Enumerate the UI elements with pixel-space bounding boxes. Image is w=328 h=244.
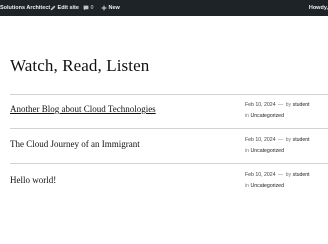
- post-meta: Feb 10, 2024 — by student: [245, 137, 310, 143]
- post-meta: Feb 10, 2024 — by student: [245, 172, 310, 178]
- divider: [10, 94, 328, 95]
- plus-icon: [101, 5, 109, 11]
- post-category[interactable]: Uncategorized: [251, 113, 284, 119]
- in-label: in: [245, 183, 250, 189]
- new-content-link[interactable]: New: [101, 0, 120, 16]
- new-label: New: [108, 5, 120, 11]
- post-category-line: in Uncategorized: [245, 113, 284, 119]
- post-author[interactable]: student: [293, 137, 310, 143]
- post-category[interactable]: Uncategorized: [251, 148, 284, 154]
- comments-count: 0: [90, 5, 94, 11]
- post-title-link[interactable]: Another Blog about Cloud Technologies: [10, 104, 156, 114]
- admin-bar: Solutions Architect Edit site 0 New Howd…: [0, 0, 328, 16]
- edit-site-label: Edit site: [57, 5, 79, 11]
- edit-site-link[interactable]: Edit site: [50, 0, 79, 16]
- by-label: by: [285, 102, 292, 108]
- post-category[interactable]: Uncategorized: [251, 183, 284, 189]
- by-label: by: [285, 137, 292, 143]
- post-author[interactable]: student: [293, 102, 310, 108]
- divider: [10, 128, 328, 129]
- post-category-line: in Uncategorized: [245, 148, 284, 154]
- meta-separator: —: [278, 137, 284, 143]
- site-title[interactable]: Watch, Read, Listen: [10, 56, 149, 76]
- meta-separator: —: [278, 172, 284, 178]
- pencil-icon: [50, 5, 58, 11]
- site-name-label: Solutions Architect: [0, 5, 51, 11]
- post-category-line: in Uncategorized: [245, 183, 284, 189]
- comments-link[interactable]: 0: [83, 0, 94, 16]
- in-label: in: [245, 113, 250, 119]
- meta-separator: —: [278, 102, 284, 108]
- post-date[interactable]: Feb 10, 2024: [245, 172, 276, 178]
- howdy-label: Howdy,: [308, 5, 328, 11]
- post-author[interactable]: student: [293, 172, 310, 178]
- post-date[interactable]: Feb 10, 2024: [245, 137, 276, 143]
- post-date[interactable]: Feb 10, 2024: [245, 102, 276, 108]
- in-label: in: [245, 148, 250, 154]
- my-account-link[interactable]: Howdy,: [309, 0, 328, 16]
- by-label: by: [285, 172, 292, 178]
- site-name-link[interactable]: Solutions Architect: [0, 0, 50, 16]
- post-title-link[interactable]: The Cloud Journey of an Immigrant: [10, 139, 140, 149]
- comment-icon: [83, 5, 91, 11]
- post-meta: Feb 10, 2024 — by student: [245, 102, 310, 108]
- post-title-link[interactable]: Hello world!: [10, 175, 56, 185]
- divider: [10, 163, 328, 164]
